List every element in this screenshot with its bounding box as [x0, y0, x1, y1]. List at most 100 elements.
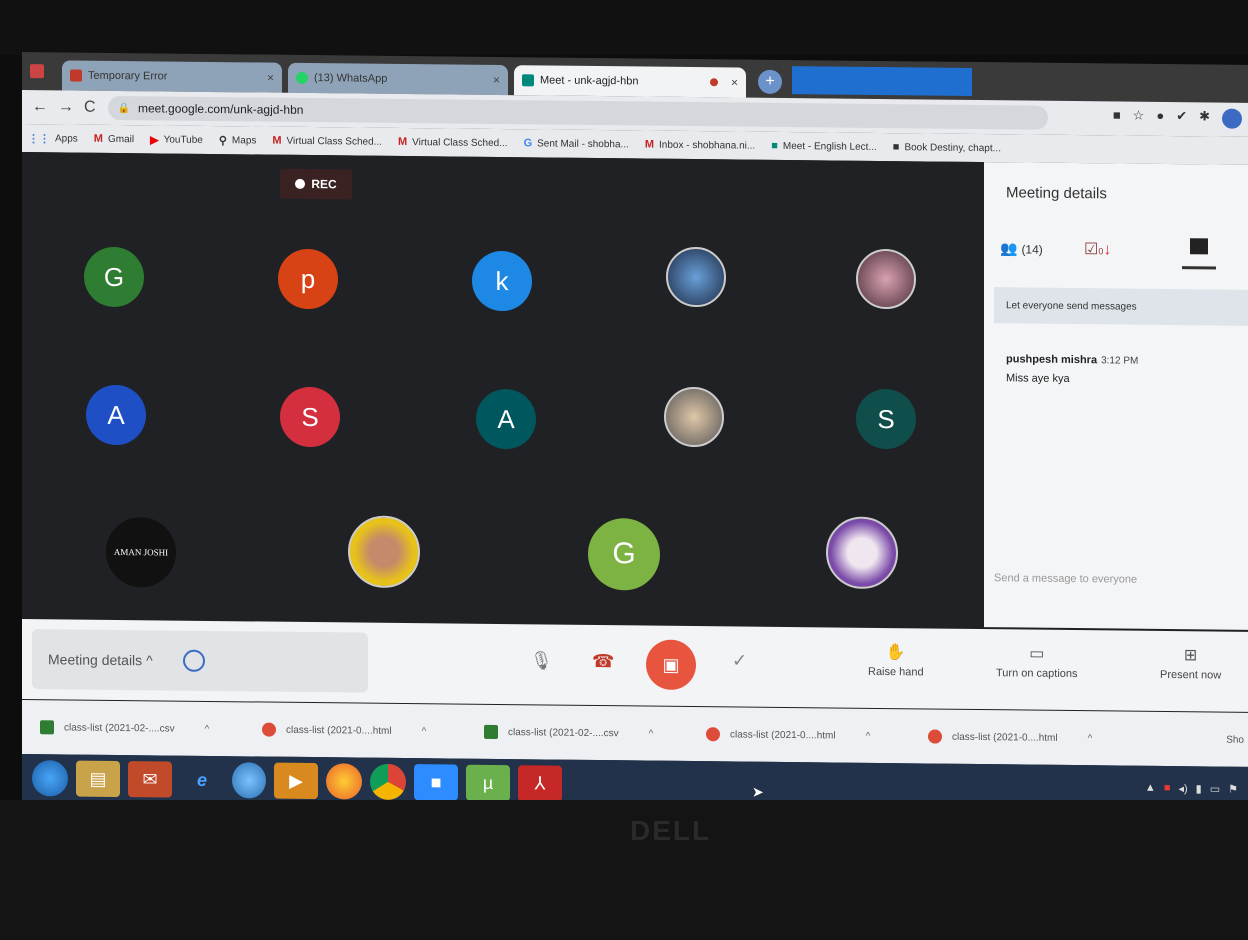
hang-up-icon[interactable]: ☎	[592, 651, 614, 672]
screen: Temporary Error × (13) WhatsApp × Meet -…	[22, 52, 1248, 815]
lock-icon[interactable]	[182, 649, 205, 672]
raise-hand-button[interactable]: ✋ Raise hand	[868, 642, 924, 678]
people-tab[interactable]: 👥 (14)	[1000, 240, 1043, 257]
start-button[interactable]	[32, 760, 68, 797]
chevron-up-icon[interactable]: ^	[422, 726, 427, 737]
csv-file-icon	[40, 720, 54, 735]
close-icon[interactable]: ×	[493, 73, 500, 87]
bookmark-virtual-class-2[interactable]: M Virtual Class Sched...	[398, 136, 508, 149]
check-icon[interactable]: ✓	[732, 650, 747, 671]
message-time: 3:12 PM	[1101, 355, 1139, 367]
media-player-icon[interactable]: ▶	[274, 762, 318, 800]
network-icon[interactable]: ▮	[1196, 782, 1202, 795]
bookmark-apps[interactable]: ⋮⋮ Apps	[28, 132, 78, 146]
let-everyone-toggle[interactable]: Let everyone send messages	[994, 287, 1248, 326]
attendance-tab[interactable]: ☑0↓	[1084, 239, 1111, 259]
puzzle-icon[interactable]: ✱	[1199, 108, 1210, 128]
chevron-up-icon[interactable]: ^	[866, 730, 871, 741]
tray-app-icon[interactable]: ■	[1164, 782, 1171, 795]
meeting-details-button[interactable]: Meeting details ^	[32, 629, 368, 693]
rec-label: REC	[311, 177, 337, 192]
participant-avatar[interactable]: p	[278, 248, 338, 310]
check-icon[interactable]: ✔	[1176, 108, 1187, 128]
hand-icon: ✋	[885, 644, 906, 662]
download-item[interactable]: class-list (2021-0....html ^	[688, 727, 910, 743]
utorrent-icon[interactable]: µ	[466, 764, 510, 802]
tab-temporary-error[interactable]: Temporary Error ×	[62, 60, 282, 93]
zoom-icon[interactable]: ■	[414, 764, 458, 801]
url-field[interactable]: 🔒 meet.google.com/unk-agjd-hbn	[107, 95, 1048, 130]
participant-avatar[interactable]: A	[476, 388, 536, 450]
download-item[interactable]: class-list (2021-02-....csv ^	[22, 720, 244, 736]
download-item[interactable]: class-list (2021-0....html ^	[244, 722, 466, 738]
new-tab-button[interactable]: +	[758, 69, 782, 94]
star-icon[interactable]: ☆	[1133, 108, 1145, 128]
csv-file-icon	[484, 724, 498, 739]
flag-icon[interactable]: ⚑	[1228, 783, 1238, 796]
bookmark-gmail[interactable]: M Gmail	[94, 133, 134, 145]
bookmark-virtual-class-1[interactable]: M Virtual Class Sched...	[272, 135, 382, 148]
gmail-icon: M	[272, 134, 282, 147]
volume-icon[interactable]: ◂)	[1178, 782, 1187, 795]
outlook-icon[interactable]: ✉	[128, 761, 172, 798]
chat-icon[interactable]	[1190, 238, 1208, 255]
download-item[interactable]: class-list (2021-0....html ^	[910, 729, 1132, 745]
bookmark-label: Gmail	[107, 133, 135, 145]
participant-photo[interactable]	[856, 248, 916, 310]
participant-photo[interactable]	[348, 515, 420, 589]
participant-name-avatar[interactable]: AMAN JOSHI	[106, 516, 176, 588]
acrobat-icon[interactable]: ⅄	[518, 765, 562, 802]
avatar-letter: S	[877, 403, 895, 434]
camera-indicator-icon[interactable]: ■	[1113, 107, 1121, 127]
meeting-details-label: Meeting details	[48, 651, 143, 669]
participant-photo[interactable]	[826, 516, 898, 590]
show-all-button[interactable]: Sho	[1226, 734, 1244, 745]
bookmark-maps[interactable]: ⚲ Maps	[219, 134, 257, 147]
bookmark-youtube[interactable]: ▶ YouTube	[150, 133, 203, 147]
ie-icon[interactable]: e	[180, 762, 224, 798]
chrome-icon[interactable]	[370, 763, 406, 801]
participant-photo[interactable]	[664, 386, 724, 448]
participant-avatar[interactable]: G	[84, 246, 144, 308]
present-now-button[interactable]: ⊞ Present now	[1160, 645, 1221, 681]
chat-input[interactable]: Send a message to everyone	[994, 572, 1137, 585]
avatar-name-text: AMAN JOSHI	[113, 546, 169, 558]
back-icon[interactable]: ←	[32, 98, 48, 116]
captions-label: Turn on captions	[996, 667, 1078, 681]
bookmark-sent-mail[interactable]: G Sent Mail - shobha...	[524, 137, 629, 150]
window-menu-icon[interactable]	[30, 64, 44, 79]
participant-avatar[interactable]: k	[472, 250, 532, 312]
firefox-icon[interactable]	[326, 763, 362, 800]
profile-avatar[interactable]	[1222, 108, 1242, 129]
participant-avatar[interactable]: S	[280, 386, 340, 448]
bookmark-book-destiny[interactable]: ■ Book Destiny, chapt...	[893, 141, 1001, 154]
bookmark-inbox[interactable]: M Inbox - shobhana.ni...	[645, 139, 755, 152]
chevron-up-icon[interactable]: ^	[649, 728, 654, 739]
forward-icon[interactable]: →	[58, 98, 74, 116]
lock-icon: 🔒	[117, 102, 131, 114]
explorer-icon[interactable]: ▤	[76, 760, 120, 798]
chevron-up-icon[interactable]: ^	[205, 723, 210, 734]
close-icon[interactable]: ×	[731, 75, 738, 89]
tab-whatsapp[interactable]: (13) WhatsApp ×	[288, 62, 508, 96]
bookmark-meet-english[interactable]: ■ Meet - English Lect...	[771, 140, 877, 153]
participant-photo[interactable]	[666, 246, 726, 308]
chevron-up-icon[interactable]: ^	[1088, 733, 1093, 744]
tray-expand-icon[interactable]: ▲	[1145, 782, 1156, 795]
extension-icon[interactable]: ●	[1156, 108, 1164, 128]
camera-off-button[interactable]: ▣	[646, 639, 696, 691]
download-item[interactable]: class-list (2021-02-....csv ^	[466, 724, 688, 741]
battery-icon[interactable]: ▭	[1210, 782, 1220, 795]
close-icon[interactable]: ×	[267, 71, 274, 85]
avatar-letter: G	[103, 261, 125, 292]
people-count: (14)	[1021, 241, 1043, 257]
participant-avatar[interactable]: G	[588, 517, 660, 591]
circle-app-icon[interactable]	[232, 762, 266, 799]
tab-label: Meet - unk-agjd-hbn	[540, 74, 639, 88]
participant-avatar[interactable]: S	[856, 388, 916, 450]
captions-button[interactable]: ▭ Turn on captions	[996, 643, 1078, 681]
microphone-icon[interactable]: 🎙	[530, 650, 553, 671]
tab-meet[interactable]: Meet - unk-agjd-hbn ×	[514, 65, 746, 98]
participant-avatar[interactable]: A	[86, 384, 146, 446]
reload-icon[interactable]: C	[84, 99, 96, 117]
